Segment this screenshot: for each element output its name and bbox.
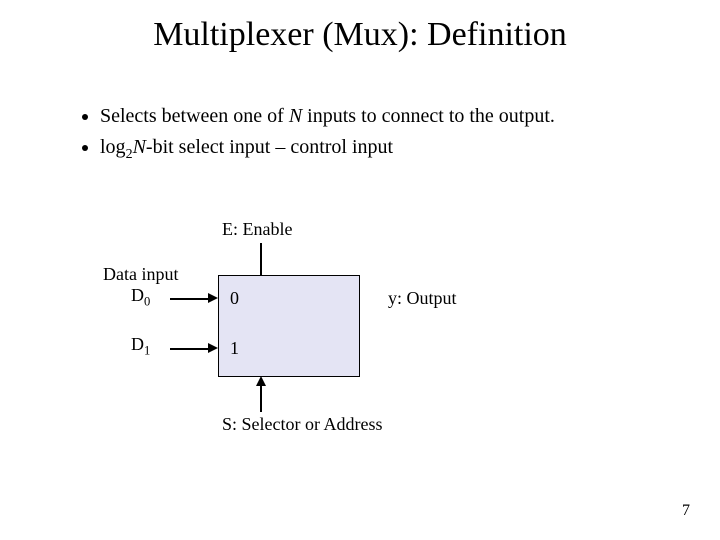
d0-label: D0 (131, 285, 150, 310)
bullet-list: Selects between one of N inputs to conne… (60, 102, 555, 167)
slide-title: Multiplexer (Mux): Definition (0, 16, 720, 54)
d1-label: D1 (131, 334, 150, 359)
mux-diagram: E: Enable Data input D0 D1 0 1 y: Output… (0, 0, 720, 540)
data-input-label: Data input (103, 264, 178, 285)
d0-letter: D (131, 285, 144, 305)
selector-label: S: Selector or Address (222, 414, 382, 435)
d0-arrow-line (170, 298, 210, 300)
bullet-1-N: N (289, 105, 302, 127)
enable-line (260, 243, 262, 275)
selector-line (260, 385, 262, 412)
d1-arrow-line (170, 348, 210, 350)
d0-sub: 0 (144, 295, 150, 309)
bullet-2: log2N-bit select input – control input (100, 133, 555, 165)
enable-label: E: Enable (222, 219, 292, 240)
output-label: y: Output (388, 288, 457, 309)
d1-sub: 1 (144, 344, 150, 358)
bullet-1-text-b: inputs to connect to the output. (302, 105, 555, 127)
slide: Multiplexer (Mux): Definition Selects be… (0, 0, 720, 540)
bullet-1: Selects between one of N inputs to conne… (100, 102, 555, 131)
d1-arrow-head (208, 343, 218, 353)
d0-arrow-head (208, 293, 218, 303)
d1-letter: D (131, 334, 144, 354)
mux-in0: 0 (230, 288, 239, 309)
bullet-1-text-a: Selects between one of (100, 105, 289, 127)
bullet-2-N: N (133, 136, 146, 158)
selector-arrow-head (256, 376, 266, 386)
mux-box (218, 275, 360, 377)
bullet-2-log: log (100, 136, 126, 158)
mux-in1: 1 (230, 338, 239, 359)
bullet-2-sub: 2 (126, 147, 133, 162)
page-number: 7 (682, 502, 690, 520)
bullet-2-post: -bit select input – control input (146, 136, 393, 158)
